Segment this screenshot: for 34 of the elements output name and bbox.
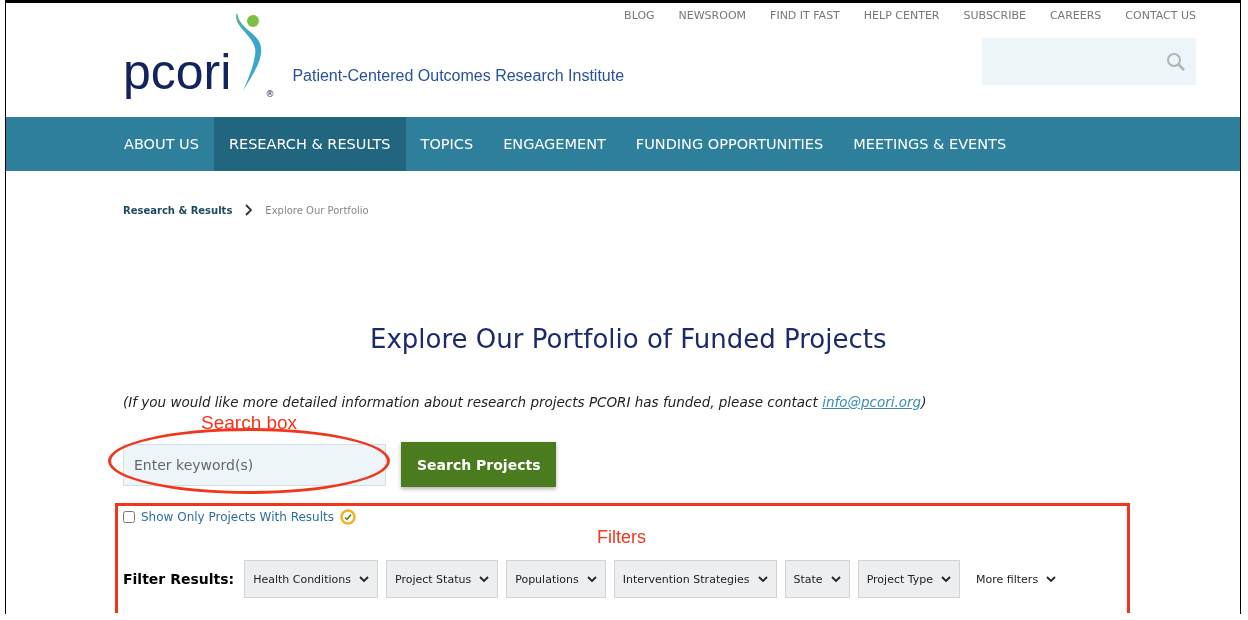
keyword-input-field[interactable]: Enter keyword(s) bbox=[123, 443, 386, 486]
email-link[interactable]: info@pcori.org bbox=[822, 394, 922, 410]
top-link[interactable]: CONTACT US bbox=[1125, 9, 1196, 22]
registered-mark: ® bbox=[265, 89, 275, 99]
nav-item[interactable]: ABOUT US bbox=[109, 117, 214, 171]
filter-dropdown[interactable]: Populations bbox=[506, 560, 606, 598]
nav-item[interactable]: ENGAGEMENT bbox=[488, 117, 621, 171]
breadcrumb-current: Explore Our Portfolio bbox=[265, 204, 369, 216]
filter-label: Filter Results: bbox=[123, 571, 235, 587]
top-link[interactable]: SUBSCRIBE bbox=[963, 9, 1026, 22]
top-link[interactable]: NEWSROOM bbox=[678, 9, 747, 22]
top-link[interactable]: BLOG bbox=[624, 9, 655, 22]
page-heading: Explore Our Portfolio of Funded Projects bbox=[370, 324, 888, 354]
intro-text: (If you would like more detailed information about research projects PCORI has funded, please contact info@pcori.org) bbox=[123, 394, 928, 410]
filter-dropdown[interactable]: Health Conditions bbox=[244, 560, 378, 598]
annotation-label: Filters bbox=[597, 527, 647, 548]
top-link[interactable]: HELP CENTER bbox=[863, 9, 940, 22]
top-link[interactable]: CAREERS bbox=[1049, 9, 1102, 22]
filter-dropdown[interactable]: State bbox=[784, 560, 850, 598]
nav-item[interactable]: FUNDING OPPORTUNITIES bbox=[620, 117, 839, 171]
more-filters-dropdown[interactable]: More filters bbox=[968, 560, 1065, 598]
filter-dropdown[interactable]: Intervention Strategies bbox=[613, 560, 777, 598]
search-projects-button[interactable]: Search Projects bbox=[401, 442, 557, 487]
breadcrumb-link[interactable]: Research & Results bbox=[123, 204, 233, 216]
top-link[interactable]: FIND IT FAST bbox=[770, 9, 840, 22]
nav-item[interactable]: MEETINGS & EVENTS bbox=[838, 117, 1022, 171]
filter-dropdown[interactable]: Project Status bbox=[385, 560, 499, 598]
site-tagline: Patient-Centered Outcomes Research Institute bbox=[292, 67, 625, 85]
checkbox-label[interactable]: Show Only Projects With Results bbox=[141, 510, 334, 524]
logo-wordmark[interactable]: pcori bbox=[123, 47, 232, 97]
filter-dropdown[interactable]: Project Type bbox=[857, 560, 961, 598]
nav-item[interactable]: RESEARCH & RESULTS bbox=[213, 117, 406, 171]
annotation-label: Search box bbox=[201, 412, 299, 434]
nav-item[interactable]: TOPICS bbox=[405, 117, 489, 171]
